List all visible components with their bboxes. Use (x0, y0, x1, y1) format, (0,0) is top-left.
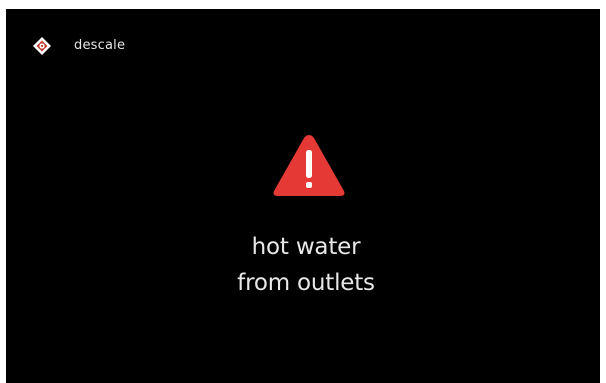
display-screen: descale hot water from outlets (6, 9, 600, 383)
mode-label: descale (74, 38, 126, 53)
descale-diamond-icon (33, 37, 51, 55)
warning-message-line-1: hot water (251, 234, 361, 260)
warning-message: hot water from outlets (156, 229, 456, 301)
warning-triangle-icon (273, 135, 345, 196)
mode-header: descale (32, 35, 125, 57)
warning-message-line-2: from outlets (237, 270, 375, 296)
